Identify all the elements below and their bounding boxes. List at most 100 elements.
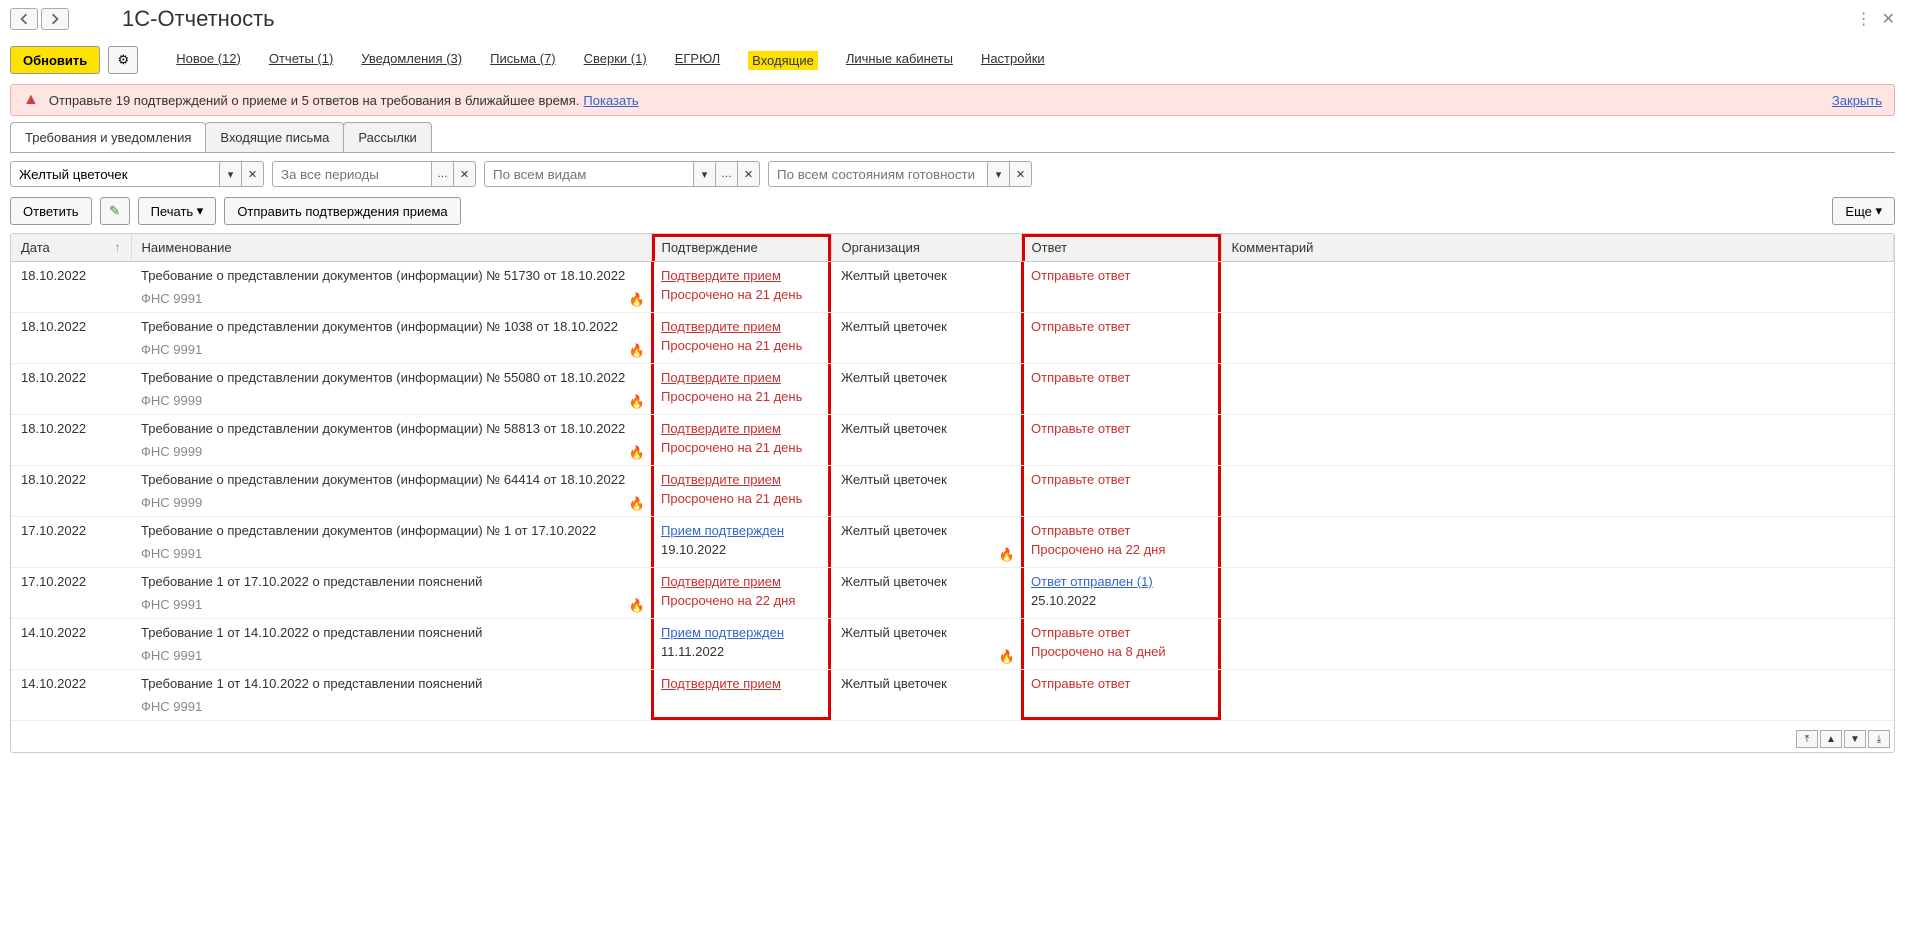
gear-icon: ⚙ (117, 52, 129, 68)
fire-icon: 🔥 (999, 649, 1015, 665)
col-answer[interactable]: Ответ (1021, 234, 1221, 262)
cell-answer: Отправьте ответ (1021, 466, 1221, 517)
tab-mailings[interactable]: Рассылки (343, 122, 431, 152)
table-row[interactable]: 17.10.2022Требование о представлении док… (11, 517, 1894, 568)
kind-ellipsis[interactable]: … (716, 161, 738, 187)
cell-name: Требование 1 от 14.10.2022 о представлен… (131, 619, 651, 670)
fire-icon: 🔥 (629, 292, 645, 308)
fire-icon: 🔥 (629, 343, 645, 359)
nav-settings[interactable]: Настройки (981, 51, 1045, 70)
kind-clear[interactable]: ✕ (738, 161, 760, 187)
cell-comment (1221, 517, 1894, 568)
back-button[interactable] (10, 8, 38, 30)
cell-answer: Отправьте ответ (1021, 670, 1221, 721)
org-clear[interactable]: ✕ (242, 161, 264, 187)
col-confirm[interactable]: Подтверждение (651, 234, 831, 262)
col-comment[interactable]: Комментарий (1221, 234, 1894, 262)
cell-name: Требование о представлении документов (и… (131, 517, 651, 568)
confirm-link[interactable]: Подтвердите прием (661, 676, 821, 691)
cell-comment (1221, 313, 1894, 364)
menu-icon[interactable]: ⋮ (1856, 9, 1872, 29)
table-row[interactable]: 14.10.2022Требование 1 от 14.10.2022 о п… (11, 619, 1894, 670)
confirm-link[interactable]: Прием подтвержден (661, 625, 821, 640)
table-row[interactable]: 18.10.2022Требование о представлении док… (11, 466, 1894, 517)
confirm-link[interactable]: Прием подтвержден (661, 523, 821, 538)
table-row[interactable]: 18.10.2022Требование о представлении док… (11, 313, 1894, 364)
nav-checks[interactable]: Сверки (1) (584, 51, 647, 70)
scroll-up[interactable]: ▲ (1820, 730, 1842, 748)
confirm-link[interactable]: Подтвердите прием (661, 472, 821, 487)
col-name[interactable]: Наименование (131, 234, 651, 262)
nav-new[interactable]: Новое (12) (176, 51, 241, 70)
table-row[interactable]: 18.10.2022Требование о представлении док… (11, 415, 1894, 466)
alert-show-link[interactable]: Показать (583, 93, 638, 108)
org-dropdown[interactable]: ▾ (220, 161, 242, 187)
confirm-link[interactable]: Подтвердите прием (661, 370, 821, 385)
table-row[interactable]: 18.10.2022Требование о представлении док… (11, 262, 1894, 313)
alert-close-link[interactable]: Закрыть (1832, 93, 1882, 108)
tab-incoming-letters[interactable]: Входящие письма (205, 122, 344, 152)
print-button[interactable]: Печать ▾ (138, 197, 217, 225)
confirm-link[interactable]: Подтвердите прием (661, 421, 821, 436)
cell-org: Желтый цветочек (831, 313, 1021, 364)
cell-answer: Отправьте ответПросрочено на 22 дня (1021, 517, 1221, 568)
pencil-icon: ✎ (109, 203, 120, 219)
cell-date: 17.10.2022 (11, 517, 131, 568)
nav-cabinets[interactable]: Личные кабинеты (846, 51, 953, 70)
cell-confirm: Подтвердите приемПросрочено на 21 день (651, 466, 831, 517)
answer-link: Отправьте ответ (1031, 421, 1211, 436)
period-ellipsis[interactable]: … (432, 161, 454, 187)
cell-name: Требование о представлении документов (и… (131, 313, 651, 364)
table-row[interactable]: 17.10.2022Требование 1 от 17.10.2022 о п… (11, 568, 1894, 619)
nav-notifications[interactable]: Уведомления (3) (361, 51, 462, 70)
cell-comment (1221, 568, 1894, 619)
tab-requirements[interactable]: Требования и уведомления (10, 122, 206, 152)
settings-button[interactable]: ⚙ (108, 46, 138, 74)
nav-incoming[interactable]: Входящие (748, 51, 818, 70)
alert-text: Отправьте 19 подтверждений о приеме и 5 … (49, 93, 580, 108)
nav-letters[interactable]: Письма (7) (490, 51, 556, 70)
title-bar: 1С-Отчетность ⋮ ✕ (10, 6, 1895, 32)
kind-dropdown[interactable]: ▾ (694, 161, 716, 187)
status-dropdown[interactable]: ▾ (988, 161, 1010, 187)
period-clear[interactable]: ✕ (454, 161, 476, 187)
cell-org: Желтый цветочек (831, 415, 1021, 466)
close-icon[interactable]: ✕ (1882, 9, 1895, 29)
confirm-link[interactable]: Подтвердите прием (661, 574, 821, 589)
col-date[interactable]: Дата↑ (11, 234, 131, 262)
kind-filter[interactable] (484, 161, 694, 187)
status-filter[interactable] (768, 161, 988, 187)
answer-link: Отправьте ответ (1031, 625, 1211, 640)
answer-link[interactable]: Ответ отправлен (1) (1031, 574, 1211, 589)
confirm-link[interactable]: Подтвердите прием (661, 319, 821, 334)
table-row[interactable]: 18.10.2022Требование о представлении док… (11, 364, 1894, 415)
alert-banner: ▲ Отправьте 19 подтверждений о приеме и … (10, 84, 1895, 116)
cell-org: Желтый цветочек🔥 (831, 517, 1021, 568)
confirm-link[interactable]: Подтвердите прием (661, 268, 821, 283)
more-button[interactable]: Еще ▾ (1832, 197, 1895, 225)
fire-icon: 🔥 (629, 445, 645, 461)
nav-reports[interactable]: Отчеты (1) (269, 51, 333, 70)
fire-icon: 🔥 (999, 547, 1015, 563)
cell-answer: Ответ отправлен (1)25.10.2022 (1021, 568, 1221, 619)
forward-button[interactable] (41, 8, 69, 30)
scroll-bottom[interactable]: ⤓ (1868, 730, 1890, 748)
nav-links: Новое (12) Отчеты (1) Уведомления (3) Пи… (176, 51, 1044, 70)
cell-date: 18.10.2022 (11, 313, 131, 364)
scroll-down[interactable]: ▼ (1844, 730, 1866, 748)
send-confirmations-button[interactable]: Отправить подтверждения приема (224, 197, 460, 225)
fire-icon: 🔥 (629, 394, 645, 410)
status-clear[interactable]: ✕ (1010, 161, 1032, 187)
answer-link: Отправьте ответ (1031, 472, 1211, 487)
scroll-top[interactable]: ⤒ (1796, 730, 1818, 748)
edit-button[interactable]: ✎ (100, 197, 130, 225)
org-filter[interactable] (10, 161, 220, 187)
col-org[interactable]: Организация (831, 234, 1021, 262)
cell-date: 18.10.2022 (11, 466, 131, 517)
cell-answer: Отправьте ответ (1021, 415, 1221, 466)
update-button[interactable]: Обновить (10, 46, 100, 74)
reply-button[interactable]: Ответить (10, 197, 92, 225)
period-filter[interactable] (272, 161, 432, 187)
table-row[interactable]: 14.10.2022Требование 1 от 14.10.2022 о п… (11, 670, 1894, 721)
nav-egrul[interactable]: ЕГРЮЛ (675, 51, 720, 70)
